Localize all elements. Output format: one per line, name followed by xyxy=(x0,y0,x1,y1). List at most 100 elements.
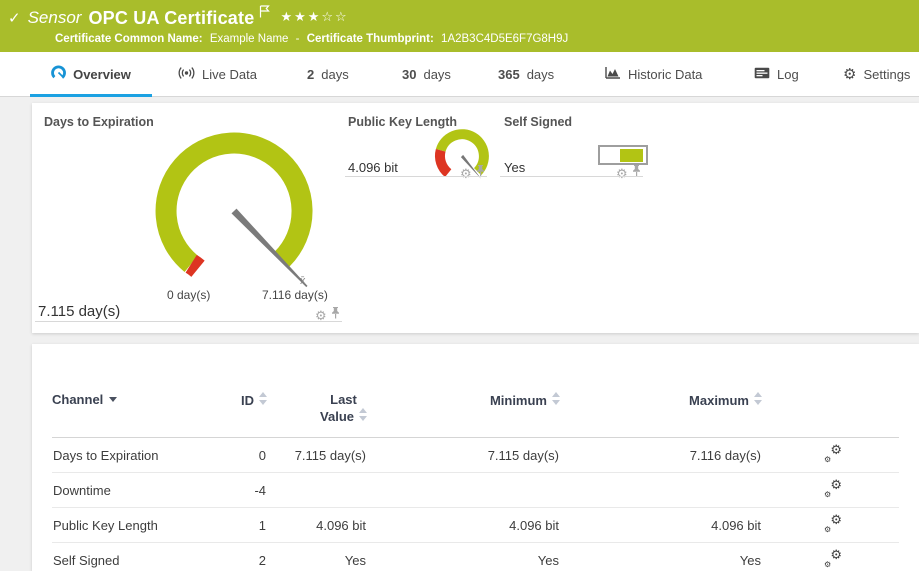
common-name-value: Example Name xyxy=(210,33,289,45)
self-signed-on-knob xyxy=(620,149,643,162)
gauge-min-label: 0 day(s) xyxy=(167,288,210,302)
cell-id: 1 xyxy=(215,508,267,543)
cell-channel: Public Key Length xyxy=(52,508,215,543)
cell-minimum xyxy=(367,473,560,508)
sensor-header: ✓ Sensor OPC UA Certificate ★★★☆☆ Certif… xyxy=(0,0,919,52)
cell-id: 2 xyxy=(215,543,267,571)
status-up-check-icon: ✓ xyxy=(8,9,21,27)
table-header-row: Channel ID LastValue Minimum Maximum xyxy=(52,344,899,438)
channel-table: Channel ID LastValue Minimum Maximum Day… xyxy=(52,344,899,571)
tab-day-count: 365 xyxy=(498,67,520,82)
tab-label: Live Data xyxy=(202,67,257,82)
gauge-value-public-key-length: 4.096 bit xyxy=(348,160,398,175)
column-header-settings xyxy=(762,344,899,438)
sort-icon xyxy=(259,392,267,405)
cell-channel: Downtime xyxy=(52,473,215,508)
tab-historic-data[interactable]: Historic Data xyxy=(605,52,702,96)
gear-icon: ⚙ xyxy=(843,67,856,82)
tab-label: days xyxy=(321,67,348,82)
tab-30-days[interactable]: 30 days xyxy=(402,52,451,96)
tab-live-data[interactable]: Live Data xyxy=(178,52,257,96)
table-row: Self Signed 2 Yes Yes Yes ⚙⚙ xyxy=(52,543,899,571)
cell-maximum xyxy=(560,473,762,508)
sort-icon xyxy=(359,408,367,421)
area-chart-icon xyxy=(605,66,621,82)
tab-label: Historic Data xyxy=(628,67,702,82)
gauge-title-days-to-expiration: Days to Expiration xyxy=(44,115,154,129)
tab-2-days[interactable]: 2 days xyxy=(307,52,349,96)
tab-label: Log xyxy=(777,67,799,82)
sensor-kind-label: Sensor xyxy=(28,8,82,28)
gauge-value-self-signed: Yes xyxy=(504,160,525,175)
pin-icon[interactable] xyxy=(476,164,485,182)
favorite-flag-icon[interactable] xyxy=(259,5,270,23)
gauges-canvas xyxy=(32,103,919,333)
sort-icon xyxy=(754,392,762,405)
cell-last-value: Yes xyxy=(267,543,367,571)
priority-stars[interactable]: ★★★☆☆ xyxy=(280,9,348,25)
panel-divider xyxy=(500,176,643,177)
column-header-id[interactable]: ID xyxy=(215,344,267,438)
gauge-value-days-to-expiration: 7.115 day(s) xyxy=(38,303,120,320)
common-name-label: Certificate Common Name: xyxy=(55,33,203,45)
gauge-title-public-key-length: Public Key Length xyxy=(348,115,457,129)
sort-icon xyxy=(552,392,560,405)
column-header-minimum[interactable]: Minimum xyxy=(367,344,560,438)
table-row: Public Key Length 1 4.096 bit 4.096 bit … xyxy=(52,508,899,543)
channel-settings-gears-icon[interactable]: ⚙⚙ xyxy=(824,516,842,532)
gauge-mean-marker: x̄ xyxy=(300,275,306,287)
cell-minimum: 4.096 bit xyxy=(367,508,560,543)
cell-minimum: 7.115 day(s) xyxy=(367,438,560,473)
tab-label: Overview xyxy=(73,67,131,82)
cell-maximum: 7.116 day(s) xyxy=(560,438,762,473)
channel-gear-icon[interactable]: ⚙ xyxy=(315,309,327,322)
pin-icon[interactable] xyxy=(632,164,641,182)
sort-desc-icon xyxy=(109,397,117,402)
thumbprint-label: Certificate Thumbprint: xyxy=(307,33,434,45)
tab-overview[interactable]: Overview xyxy=(30,52,152,96)
tab-settings[interactable]: ⚙ Settings xyxy=(843,52,910,96)
gauge-icon xyxy=(51,65,66,83)
channel-table-card: Channel ID LastValue Minimum Maximum Day… xyxy=(32,344,919,571)
tab-log[interactable]: Log xyxy=(754,52,799,96)
tab-day-count: 30 xyxy=(402,67,416,82)
gauges-card: Days to Expiration 0 day(s) 7.116 day(s)… xyxy=(32,103,919,333)
tab-label: days xyxy=(527,67,554,82)
cell-minimum: Yes xyxy=(367,543,560,571)
table-row: Downtime -4 ⚙⚙ xyxy=(52,473,899,508)
panel-divider xyxy=(35,321,342,322)
cell-maximum: 4.096 bit xyxy=(560,508,762,543)
tab-label: days xyxy=(423,67,450,82)
gauge-title-self-signed: Self Signed xyxy=(504,115,572,129)
panel-divider xyxy=(345,176,487,177)
tab-365-days[interactable]: 365 days xyxy=(498,52,554,96)
cell-last-value: 4.096 bit xyxy=(267,508,367,543)
subtitle-separator: - xyxy=(296,33,300,45)
log-icon xyxy=(754,67,770,82)
page-title: OPC UA Certificate xyxy=(88,8,254,29)
channel-settings-gears-icon[interactable]: ⚙⚙ xyxy=(824,481,842,497)
thumbprint-value: 1A2B3C4D5E6F7G8H9J xyxy=(441,33,568,45)
tab-bar: Overview Live Data 2 days 30 days 365 da… xyxy=(0,52,919,97)
table-row: Days to Expiration 0 7.115 day(s) 7.115 … xyxy=(52,438,899,473)
column-header-maximum[interactable]: Maximum xyxy=(560,344,762,438)
channel-settings-gears-icon[interactable]: ⚙⚙ xyxy=(824,551,842,567)
cell-channel: Self Signed xyxy=(52,543,215,571)
tab-label: Settings xyxy=(863,67,910,82)
column-header-last-value[interactable]: LastValue xyxy=(267,344,367,438)
cell-last-value xyxy=(267,473,367,508)
tab-day-count: 2 xyxy=(307,67,314,82)
gauge-max-label: 7.116 day(s) xyxy=(262,288,328,302)
self-signed-indicator xyxy=(598,145,648,165)
column-header-channel[interactable]: Channel xyxy=(52,344,215,438)
channel-settings-gears-icon[interactable]: ⚙⚙ xyxy=(824,446,842,462)
live-data-icon xyxy=(178,66,195,83)
channel-gear-icon[interactable]: ⚙ xyxy=(616,167,628,180)
cell-maximum: Yes xyxy=(560,543,762,571)
sensor-message: Certificate Common Name: Example Name - … xyxy=(0,33,919,45)
channel-gear-icon[interactable]: ⚙ xyxy=(460,167,472,180)
cell-id: 0 xyxy=(215,438,267,473)
cell-channel: Days to Expiration xyxy=(52,438,215,473)
days-to-expiration-gauge xyxy=(166,143,307,287)
cell-id: -4 xyxy=(215,473,267,508)
